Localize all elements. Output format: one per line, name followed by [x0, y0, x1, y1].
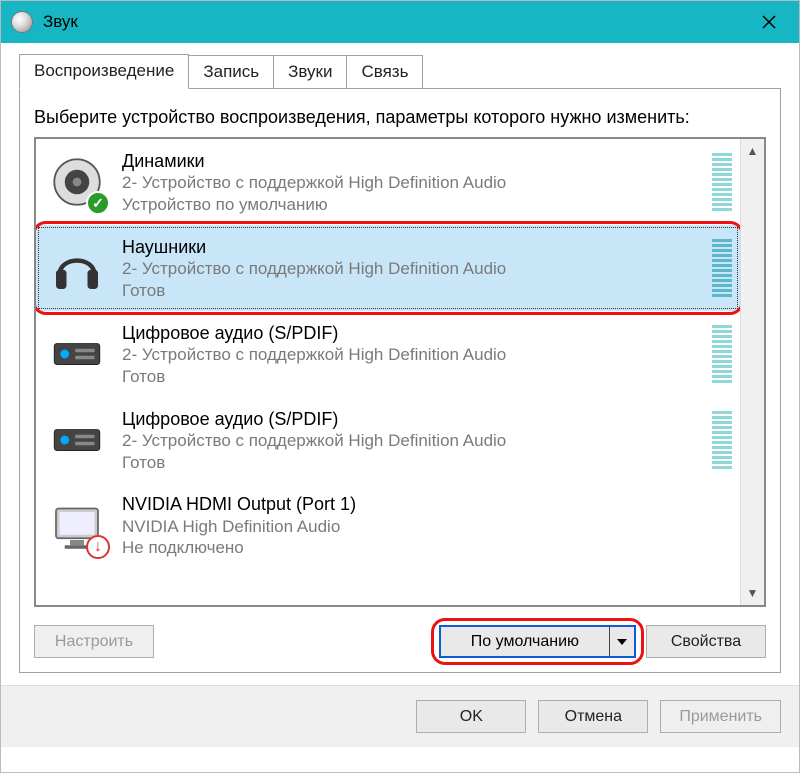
scrollbar[interactable]: ▲ ▼ — [740, 139, 764, 605]
device-info: Наушники 2- Устройство с поддержкой High… — [122, 236, 698, 301]
device-name: NVIDIA HDMI Output (Port 1) — [122, 493, 732, 516]
device-status: Готов — [122, 280, 698, 301]
default-badge-icon — [86, 191, 110, 215]
scroll-down-arrow-icon[interactable]: ▼ — [741, 581, 764, 605]
device-info: Цифровое аудио (S/PDIF) 2- Устройство с … — [122, 322, 698, 387]
device-item-speakers[interactable]: Динамики 2- Устройство с поддержкой High… — [36, 139, 740, 225]
tab-communications[interactable]: Связь — [346, 55, 423, 89]
titlebar: Звук — [1, 1, 799, 43]
device-item-headphones[interactable]: Наушники 2- Устройство с поддержкой High… — [36, 225, 740, 311]
tab-content-playback: Выберите устройство воспроизведения, пар… — [19, 89, 781, 673]
dialog-body: Воспроизведение Запись Звуки Связь Выбер… — [1, 43, 799, 673]
set-default-dropdown-arrow[interactable] — [610, 627, 634, 656]
tab-recording[interactable]: Запись — [188, 55, 274, 89]
not-connected-badge-icon — [86, 535, 110, 559]
device-item-nvidia-hdmi[interactable]: NVIDIA HDMI Output (Port 1) NVIDIA High … — [36, 483, 740, 568]
device-description: 2- Устройство с поддержкой High Definiti… — [122, 344, 698, 365]
device-status: Устройство по умолчанию — [122, 194, 698, 215]
ok-button[interactable]: OK — [416, 700, 526, 733]
speaker-icon — [46, 151, 108, 213]
sound-app-icon — [11, 11, 33, 33]
level-meter — [712, 321, 732, 387]
device-list[interactable]: Динамики 2- Устройство с поддержкой High… — [36, 139, 740, 605]
device-description: 2- Устройство с поддержкой High Definiti… — [122, 258, 698, 279]
properties-button[interactable]: Свойства — [646, 625, 766, 658]
device-info: Цифровое аудио (S/PDIF) 2- Устройство с … — [122, 408, 698, 473]
device-info: NVIDIA HDMI Output (Port 1) NVIDIA High … — [122, 493, 732, 558]
dialog-button-row: OK Отмена Применить — [1, 685, 799, 747]
close-icon — [762, 15, 776, 29]
device-list-container: Динамики 2- Устройство с поддержкой High… — [34, 137, 766, 607]
tab-sounds[interactable]: Звуки — [273, 55, 347, 89]
device-status: Не подключено — [122, 537, 732, 558]
device-name: Наушники — [122, 236, 698, 259]
device-name: Динамики — [122, 150, 698, 173]
device-description: 2- Устройство с поддержкой High Definiti… — [122, 430, 698, 451]
apply-button[interactable]: Применить — [660, 700, 781, 733]
set-default-split-button[interactable]: По умолчанию — [439, 625, 636, 658]
device-action-row: Настроить По умолчанию Свойства — [34, 625, 766, 658]
device-description: 2- Устройство с поддержкой High Definiti… — [122, 172, 698, 193]
receiver-icon — [46, 323, 108, 385]
configure-button[interactable]: Настроить — [34, 625, 154, 658]
set-default-wrapper: По умолчанию — [439, 625, 636, 658]
tab-row: Воспроизведение Запись Звуки Связь — [19, 53, 781, 89]
device-item-spdif-1[interactable]: Цифровое аудио (S/PDIF) 2- Устройство с … — [36, 311, 740, 397]
level-meter — [712, 149, 732, 215]
close-button[interactable] — [743, 1, 795, 43]
monitor-icon — [46, 495, 108, 557]
device-name: Цифровое аудио (S/PDIF) — [122, 322, 698, 345]
receiver-icon — [46, 409, 108, 471]
device-item-spdif-2[interactable]: Цифровое аудио (S/PDIF) 2- Устройство с … — [36, 397, 740, 483]
device-info: Динамики 2- Устройство с поддержкой High… — [122, 150, 698, 215]
set-default-button[interactable]: По умолчанию — [441, 627, 610, 656]
headphones-icon — [46, 237, 108, 299]
device-description: NVIDIA High Definition Audio — [122, 516, 732, 537]
tab-playback[interactable]: Воспроизведение — [19, 54, 189, 89]
level-meter — [712, 235, 732, 301]
window-title: Звук — [43, 12, 743, 32]
level-meter — [712, 407, 732, 473]
chevron-down-icon — [617, 639, 627, 645]
instruction-text: Выберите устройство воспроизведения, пар… — [34, 105, 766, 129]
device-name: Цифровое аудио (S/PDIF) — [122, 408, 698, 431]
device-status: Готов — [122, 452, 698, 473]
device-status: Готов — [122, 366, 698, 387]
cancel-button[interactable]: Отмена — [538, 700, 648, 733]
scroll-up-arrow-icon[interactable]: ▲ — [741, 139, 764, 163]
